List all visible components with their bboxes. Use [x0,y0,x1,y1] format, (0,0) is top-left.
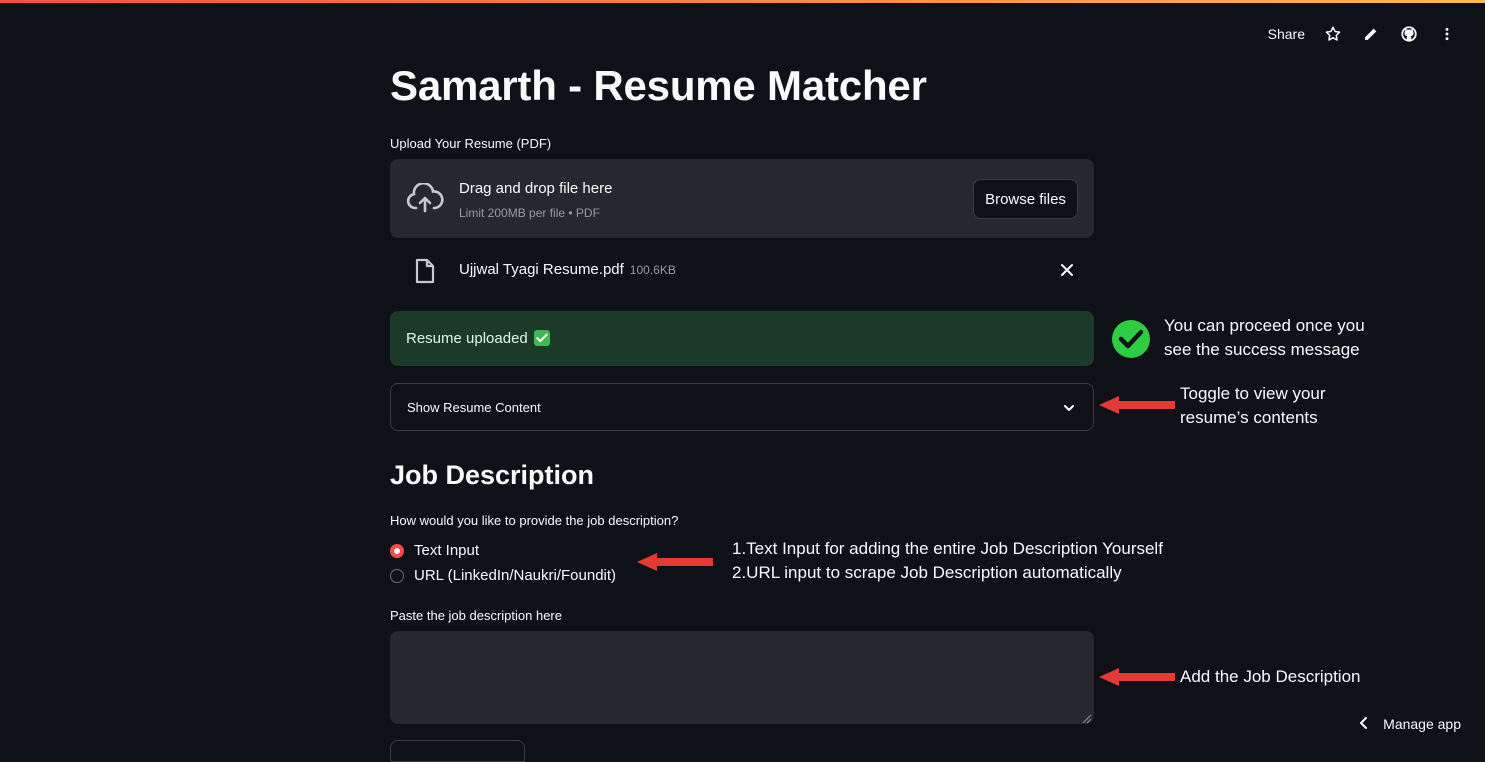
radio-label-text-input: Text Input [414,542,480,559]
remove-file-icon[interactable] [1060,263,1074,282]
top-decoration-bar [0,0,1485,3]
check-mark-icon [533,330,550,346]
chevron-down-icon [1063,401,1075,419]
file-dropzone[interactable]: Drag and drop file here Limit 200MB per … [390,159,1094,238]
browse-files-button[interactable]: Browse files [973,179,1078,219]
more-vert-icon[interactable] [1437,24,1457,44]
manage-app-button[interactable]: Manage app [1359,716,1461,732]
success-annotation-line1: You can proceed once you [1164,316,1365,335]
success-annotation: You can proceed once you see the success… [1164,314,1365,362]
expander-label: Show Resume Content [407,400,541,415]
radio-option-text-input[interactable]: Text Input [390,542,479,559]
success-message: Resume uploaded [406,330,550,347]
toggle-annotation: Toggle to view your resume’s contents [1180,382,1326,430]
dropzone-title: Drag and drop file here [459,180,613,197]
arrow-left-icon [637,552,713,577]
textarea-label: Paste the job description here [390,608,562,623]
arrow-left-icon [1099,667,1175,692]
radio-selected-icon[interactable] [390,543,404,558]
share-button[interactable]: Share [1268,26,1305,42]
radio-label-url: URL (LinkedIn/Naukri/Foundit) [414,567,617,584]
success-text: Resume uploaded [406,330,528,347]
file-size: 100.6KB [629,263,676,277]
check-circle-icon [1110,318,1152,365]
upload-label: Upload Your Resume (PDF) [390,136,552,151]
show-resume-content-expander[interactable]: Show Resume Content [390,383,1094,431]
arrow-left-icon [1099,395,1175,420]
options-annotation-line1: 1.Text Input for adding the entire Job D… [732,539,1163,558]
app-toolbar: Share [1268,24,1457,44]
file-icon [414,258,436,289]
cloud-upload-icon [406,181,444,218]
manage-app-label: Manage app [1383,716,1461,732]
options-annotation: 1.Text Input for adding the entire Job D… [732,537,1163,585]
radio-option-url[interactable]: URL (LinkedIn/Naukri/Foundit) [390,567,616,584]
dropzone-limit-text: Limit 200MB per file • PDF [459,206,600,220]
uploaded-file-row: Ujjwal Tyagi Resume.pdf 100.6KB [390,255,1094,287]
page-title: Samarth - Resume Matcher [390,62,927,109]
radio-unselected-icon[interactable] [390,568,404,583]
github-icon[interactable] [1399,24,1419,44]
options-annotation-line2: 2.URL input to scrape Job Description au… [732,563,1122,582]
file-name-text: Ujjwal Tyagi Resume.pdf 100.6KB [459,261,676,278]
textarea-annotation: Add the Job Description [1180,667,1361,686]
star-icon[interactable] [1323,24,1343,44]
job-description-textarea[interactable] [390,631,1094,724]
success-alert: Resume uploaded [390,311,1094,366]
pencil-icon[interactable] [1361,24,1381,44]
chevron-left-icon [1359,716,1369,732]
toggle-annotation-line1: Toggle to view your [1180,384,1326,403]
job-description-heading: Job Description [390,460,595,490]
job-source-question: How would you like to provide the job de… [390,513,679,528]
success-annotation-line2: see the success message [1164,340,1360,359]
file-name: Ujjwal Tyagi Resume.pdf [459,261,624,278]
toggle-annotation-line2: resume’s contents [1180,408,1318,427]
submit-button-partial[interactable] [390,740,525,762]
